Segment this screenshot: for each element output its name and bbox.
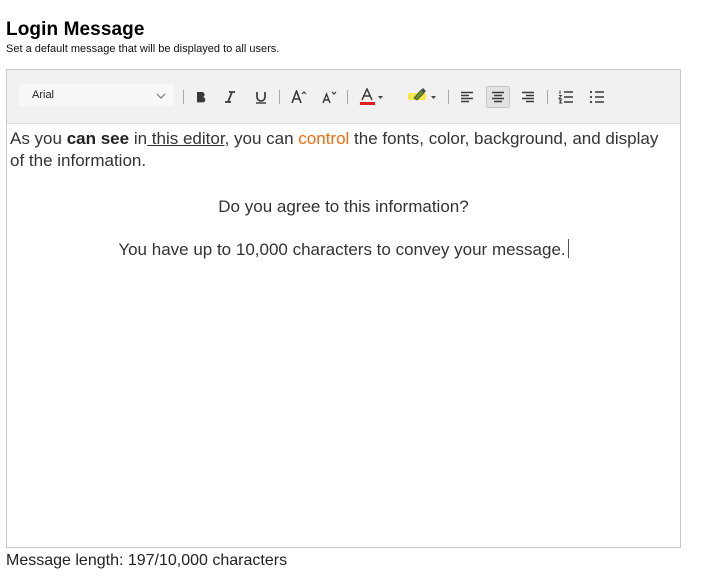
toolbar-separator bbox=[279, 90, 280, 104]
ordered-list-button[interactable] bbox=[556, 86, 576, 108]
align-center-icon bbox=[492, 91, 504, 102]
font-family-value: Arial bbox=[32, 89, 55, 101]
message-paragraph-2: Do you agree to this information? bbox=[218, 197, 469, 216]
toolbar-separator bbox=[547, 90, 548, 104]
unordered-list-icon bbox=[589, 90, 604, 104]
text-color-button[interactable] bbox=[359, 86, 385, 108]
message-paragraph-3: You have up to 10,000 characters to conv… bbox=[7, 239, 680, 261]
align-right-button[interactable] bbox=[518, 86, 538, 108]
align-center-button[interactable] bbox=[486, 86, 510, 108]
highlight-color-button[interactable] bbox=[404, 86, 438, 108]
font-family-select[interactable]: Arial bbox=[19, 84, 174, 106]
page-subtitle: Set a default message that will be displ… bbox=[6, 43, 280, 55]
bold-icon bbox=[197, 92, 206, 103]
text-segment: As you bbox=[10, 129, 67, 148]
orange-text: control bbox=[298, 129, 350, 148]
italic-button[interactable] bbox=[222, 86, 238, 108]
page-title: Login Message bbox=[6, 19, 145, 40]
text-segment: , you can bbox=[224, 129, 299, 148]
bold-button[interactable] bbox=[193, 86, 209, 108]
increase-font-size-button[interactable] bbox=[291, 86, 307, 108]
toolbar-separator bbox=[448, 90, 449, 104]
toolbar-separator bbox=[183, 90, 184, 104]
unordered-list-button[interactable] bbox=[587, 86, 607, 108]
font-size-increase-icon bbox=[291, 90, 307, 104]
underline-icon bbox=[256, 91, 266, 104]
decrease-font-size-button[interactable] bbox=[321, 86, 337, 108]
text-cursor bbox=[567, 239, 569, 258]
italic-icon bbox=[225, 91, 235, 103]
chevron-down-icon bbox=[156, 88, 166, 99]
align-left-icon bbox=[461, 91, 473, 102]
underlined-text: this editor bbox=[147, 129, 225, 148]
font-size-decrease-icon bbox=[322, 91, 337, 104]
toolbar-separator bbox=[347, 90, 348, 104]
rich-text-editor: Arial As you can see in this editor, you… bbox=[6, 69, 681, 548]
editor-toolbar: Arial bbox=[7, 70, 680, 124]
text-segment: in bbox=[129, 129, 148, 148]
text-color-icon bbox=[360, 88, 383, 105]
highlighter-icon bbox=[408, 88, 436, 101]
bold-text: can see bbox=[66, 129, 130, 148]
align-right-icon bbox=[522, 91, 534, 102]
align-left-button[interactable] bbox=[457, 86, 477, 108]
message-paragraph-1: As you can see in this editor, you can c… bbox=[10, 128, 675, 172]
text-segment: You have up to 10,000 characters to conv… bbox=[118, 240, 566, 259]
message-length-status: Message length: 197/10,000 characters bbox=[6, 552, 288, 569]
editor-content-area[interactable]: As you can see in this editor, you can c… bbox=[7, 123, 680, 547]
ordered-list-icon bbox=[558, 90, 573, 104]
underline-button[interactable] bbox=[253, 86, 269, 108]
